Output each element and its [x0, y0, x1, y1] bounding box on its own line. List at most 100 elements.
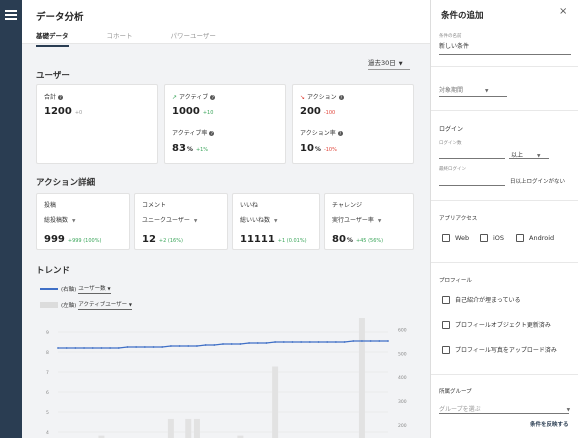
total-users-card: 合計? 1200 +0 [36, 84, 158, 164]
active-rate-label-row: アクティブ率? [172, 128, 215, 137]
legend-left-select[interactable]: アクティブユーザー ▼ [78, 300, 132, 310]
bar [167, 418, 174, 438]
comment-delta: +2 (16%) [158, 238, 183, 244]
data-point [143, 346, 146, 348]
comment-value: 12 [142, 234, 156, 245]
help-icon[interactable]: ? [58, 95, 64, 100]
name-field[interactable]: 新しい条件 [439, 41, 469, 50]
total-label-row: 合計? [44, 92, 64, 101]
action-rate-value: 10 [300, 143, 314, 154]
action-card-challenge: チャレンジ 実行ユーザー率 ▼ 80% +45 (56%) [324, 193, 414, 250]
data-point [308, 341, 311, 343]
checkbox-box [442, 234, 450, 242]
page-title: データ分析 [36, 12, 84, 23]
active-rate-row: 83% +1% [172, 143, 208, 154]
data-point [100, 347, 103, 349]
tab-power-user[interactable]: パワーユーザー [171, 30, 216, 47]
action-card-post: 投稿 総投稿数 ▼ 999 +999 (100%) [36, 193, 130, 250]
period-select[interactable]: 過去30日 ▼ [368, 57, 410, 70]
group-select-placeholder: グループを選ぶ [439, 406, 481, 413]
action-users-card: ↘ アクション? 200 -100 アクション率? 10% -10% [292, 84, 414, 164]
period-field[interactable]: 対象期間 ▼ [439, 85, 488, 94]
data-point [239, 343, 242, 345]
legend-right-axis-label: (右軸) [61, 287, 77, 293]
name-label: 条件の名前 [439, 34, 462, 39]
active-delta: +10 [202, 110, 214, 116]
data-point [334, 341, 337, 343]
group-select[interactable]: グループを選ぶ ▼ [439, 404, 570, 413]
tab-basic-data[interactable]: 基礎データ [36, 30, 69, 47]
action-rate-label-row: アクション率? [300, 128, 343, 137]
chevron-down-icon: ▼ [274, 219, 278, 224]
data-point [256, 342, 259, 344]
users-section-title: ユーザー [36, 71, 70, 81]
active-rate-label: アクティブ率 [172, 130, 208, 137]
y-left-tick-label: 5 [46, 410, 49, 416]
like-value: 11111 [240, 234, 275, 245]
data-point [352, 340, 355, 342]
tab-cohort[interactable]: コホート [107, 30, 133, 47]
data-point [178, 345, 181, 347]
checkbox-profile-object[interactable]: プロフィールオブジェクト更新済み [442, 320, 551, 329]
checkbox-web[interactable]: Web [442, 234, 469, 242]
divider [431, 374, 578, 375]
post-metric-select[interactable]: 総投稿数 ▼ [44, 215, 75, 224]
chevron-down-icon: ▼ [377, 219, 382, 224]
action-rate-label: アクション率 [300, 130, 336, 137]
checkbox-box [480, 234, 488, 242]
close-icon[interactable]: × [559, 6, 567, 17]
comment-label: コメント [142, 202, 167, 209]
checkbox-android[interactable]: Android [516, 234, 554, 242]
post-value: 999 [44, 234, 65, 245]
comment-metric-select[interactable]: ユニークユーザー ▼ [142, 215, 197, 224]
data-point [213, 344, 216, 346]
checkbox-profile-photo[interactable]: プロフィール写真をアップロード済み [442, 345, 557, 354]
total-value: 1200 [44, 106, 72, 117]
active-rate-value: 83 [172, 143, 186, 154]
data-point [317, 341, 320, 343]
group-select-underline [439, 413, 569, 414]
hamburger-menu-icon[interactable] [5, 10, 17, 20]
login-count-input[interactable] [439, 158, 505, 159]
data-point [274, 341, 277, 343]
group-title: 所属グループ [439, 389, 472, 395]
like-select-value: 総いいね数 [240, 217, 271, 224]
help-icon[interactable]: ? [210, 95, 216, 100]
chevron-down-icon: ▼ [107, 286, 111, 291]
y-left-tick-label: 7 [46, 370, 49, 376]
data-point [369, 340, 372, 342]
last-login-suffix: 日以上ログインがない [510, 179, 566, 185]
help-icon[interactable]: ? [337, 131, 343, 136]
y-left-tick-label: 8 [46, 350, 49, 356]
active-value: 1000 [172, 106, 200, 117]
challenge-metric-select[interactable]: 実行ユーザー率 ▼ [332, 215, 381, 224]
last-login-input[interactable] [439, 185, 505, 186]
action-rate-delta: -10% [323, 147, 337, 153]
checkbox-ios[interactable]: iOS [480, 234, 504, 242]
data-point [152, 346, 155, 348]
line-legend-swatch [40, 288, 58, 290]
login-title: ログイン [439, 126, 464, 133]
login-op-underline [509, 158, 549, 159]
action-value: 200 [300, 106, 321, 117]
legend-left-select-value: アクティブユーザー [78, 302, 128, 308]
active-users-card: ↗ アクティブ? 1000 +10 アクティブ率? 83% +1% [164, 84, 286, 164]
active-label: アクティブ [178, 94, 209, 101]
data-point [83, 347, 85, 349]
checkbox-bio-filled[interactable]: 自己紹介が埋まっている [442, 295, 520, 304]
data-point [196, 345, 198, 347]
action-delta: -100 [323, 110, 336, 116]
data-point [326, 341, 329, 343]
checkbox-box [442, 345, 450, 354]
total-value-row: 1200 +0 [44, 106, 82, 117]
challenge-select-value: 実行ユーザー率 [332, 217, 374, 224]
like-metric-select[interactable]: 総いいね数 ▼ [240, 215, 277, 224]
y-right-tick-label: 200 [398, 423, 407, 429]
checkbox-profile-photo-label: プロフィール写真をアップロード済み [455, 347, 557, 354]
legend-right-select[interactable]: ユーザー数 ▼ [78, 284, 111, 294]
checkbox-bio-label: 自己紹介が埋まっている [455, 297, 521, 304]
help-icon[interactable]: ? [338, 95, 344, 100]
active-label-row: ↗ アクティブ? [172, 92, 216, 101]
apply-condition-button[interactable]: 条件を反映する [530, 420, 569, 428]
help-icon[interactable]: ? [209, 131, 215, 136]
